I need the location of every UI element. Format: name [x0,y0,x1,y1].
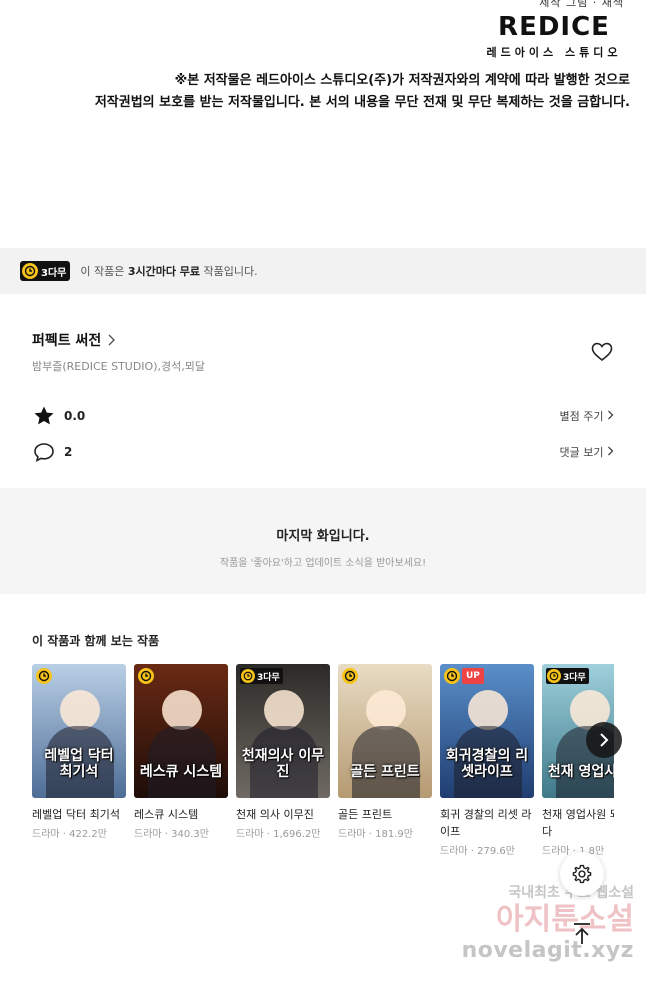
clock-icon [138,668,154,684]
cover-body [148,726,216,798]
recommendation-meta: 드라마 · 1,696.2만 [236,829,321,840]
recommendation-title[interactable]: 레벨업 닥터 최기석 [32,806,126,823]
cover-figure [162,690,202,730]
cover-title-art: 골든 프린트 [350,764,420,780]
clock-icon [36,668,52,684]
cover-thumbnail[interactable]: 회귀경찰의 리셋라이프 UP [440,664,534,798]
watermark-line3: novelagit.xyz [461,938,634,963]
settings-button[interactable] [560,852,604,896]
svg-text:REDICE: REDICE [498,12,610,42]
chevron-right-icon [600,733,609,747]
heart-icon[interactable] [590,340,614,364]
last-episode-subtitle: 작품을 '좋아요'하고 업데이트 소식을 받아보세요! [219,558,427,569]
publisher-logo: REDICE 레드아이스 스튜디오 [478,10,630,59]
recommendation-card[interactable]: 천재 영업사원3다무천재 영업사원 되었다드라마 · 1.8만 [542,664,614,857]
recommendation-meta: 드라마 · 181.9만 [338,829,413,840]
recommendation-meta: 드라마 · 422.2만 [32,829,107,840]
clock-icon [342,668,358,684]
star-icon [34,406,54,425]
clock-icon [241,669,255,683]
recommendation-meta: 드라마 · 340.3만 [134,829,209,840]
badge-label: 3다무 [563,672,586,683]
recommendation-title[interactable]: 레스큐 시스템 [134,806,228,823]
view-comments-button[interactable]: 댓글 보기 [560,444,614,460]
cover-thumbnail[interactable]: 레스큐 시스템 [134,664,228,798]
badge-label: 3다무 [257,672,280,683]
chevron-right-icon [608,410,614,420]
carousel-next-button[interactable] [586,722,622,758]
cover-title-art: 회귀경찰의 리셋라이프 [445,748,529,780]
recommendation-card[interactable]: 천재의사 이무진 3다무천재 의사 이무진드라마 · 1,696.2만 [236,664,330,840]
cover-figure [468,690,508,730]
recommendations-carousel: 레벨업 닥터 최기석 레벨업 닥터 최기석 드라마 · 422.2만 레스큐 시스템 레… [32,664,614,874]
cover-figure [60,690,100,730]
cover-body [352,726,420,798]
cover-title-art: 천재 영업사원 [547,764,614,780]
comments-count: 2 [64,445,73,459]
cover-thumbnail[interactable]: 천재의사 이무진 3다무 [236,664,330,798]
comment-icon [34,443,54,463]
copyright-notice-line1: ※본 저작물은 레드아이스 스튜디오(주)가 저작권자와의 계약에 따라 발행한… [174,73,630,88]
cover-title-art: 천재의사 이무진 [241,748,325,780]
badge-label: 3다무 [41,267,67,279]
comments-row: 2 댓글 보기 [32,440,614,464]
copyright-section: 제작 그림 · 채색 REDICE 레드아이스 스튜디오 ※본 저작물은 레드아… [0,0,646,248]
cover-title-art: 레벨업 닥터 최기석 [44,748,114,780]
recommendation-title[interactable]: 천재 영업사원 되었다 [542,806,614,840]
scroll-top-button[interactable] [566,918,598,950]
redice-logo-mark: REDICE [478,12,630,42]
cover-figure [366,690,406,730]
recommendation-title[interactable]: 천재 의사 이무진 [236,806,330,823]
up-badge: UP [462,668,484,684]
free-banner-text: 이 작품은 3시간마다 무료 작품입니다. [80,265,258,278]
publisher-logo-subtitle: 레드아이스 스튜디오 [486,46,622,59]
cover-title-art: 레스큐 시스템 [139,764,223,780]
three-hour-free-badge: 3다무 [20,261,71,281]
cut-credit-text: 제작 그림 · 채색 [539,0,624,9]
clock-icon [547,669,561,683]
cover-thumbnail[interactable]: 골든 프린트 [338,664,432,798]
rating-value: 0.0 [64,409,86,423]
last-episode-notice: 마지막 화입니다. 작품을 '좋아요'하고 업데이트 소식을 받아보세요! [0,488,646,594]
recommendation-card[interactable]: 레스큐 시스템 레스큐 시스템 드라마 · 340.3만 [134,664,228,840]
recommendations-title: 이 작품과 함께 보는 작품 [32,634,160,648]
clock-icon [444,668,460,684]
watermark-line1: 국내최초 무료 웹소설 [508,885,634,901]
free-banner: 3다무 이 작품은 3시간마다 무료 작품입니다. [0,248,646,294]
gear-icon [572,864,592,884]
clock-icon [22,263,38,279]
three-hour-free-badge: 3다무 [240,668,283,684]
copyright-notice: ※본 저작물은 레드아이스 스튜디오(주)가 저작권자와의 계약에 따라 발행한… [95,70,630,114]
recommendation-card[interactable]: 레벨업 닥터 최기석 레벨업 닥터 최기석 드라마 · 422.2만 [32,664,126,840]
work-info-card: 퍼펙트 써전 밤부즐(REDICE STUDIO),경석,뫼달 0.0 별점 주… [0,294,646,484]
recommendations-section: 이 작품과 함께 보는 작품 레벨업 닥터 최기석 레벨업 닥터 최기석 드라마 ·… [0,598,646,880]
cover-figure [264,690,304,730]
chevron-right-icon [108,334,116,346]
last-episode-title: 마지막 화입니다. [276,529,370,544]
recommendation-card[interactable]: 회귀경찰의 리셋라이프 UP 회귀 경찰의 리셋 라이프드라마 · 279.6만 [440,664,534,857]
watermark: 국내최초 무료 웹소설 아지툰소설 novelagit.xyz [444,882,634,963]
chevron-right-icon [608,446,614,456]
recommendation-meta: 드라마 · 279.6만 [440,846,515,857]
copyright-notice-line2: 저작권법의 보호를 받는 저작물입니다. 본 서의 내용을 무단 전재 및 무단… [94,95,630,110]
watermark-line2: 아지툰소설 [496,902,634,937]
work-title-link[interactable]: 퍼펙트 써전 [32,330,116,350]
work-title: 퍼펙트 써전 [32,333,102,349]
cover-thumbnail[interactable]: 레벨업 닥터 최기석 [32,664,126,798]
arrow-up-icon [574,923,590,944]
rating-row: 0.0 별점 주기 [32,404,614,428]
work-authors: 밤부즐(REDICE STUDIO),경석,뫼달 [32,360,205,373]
recommendation-title[interactable]: 골든 프린트 [338,806,432,823]
recommendation-title[interactable]: 회귀 경찰의 리셋 라이프 [440,806,534,840]
rate-button[interactable]: 별점 주기 [560,408,614,424]
three-hour-free-badge: 3다무 [546,668,589,684]
recommendation-card[interactable]: 골든 프린트 골든 프린트 드라마 · 181.9만 [338,664,432,840]
